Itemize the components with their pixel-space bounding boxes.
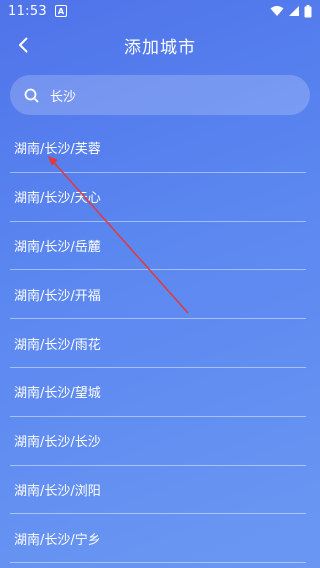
search-box[interactable] xyxy=(10,75,310,115)
header: 添加城市 xyxy=(0,30,320,60)
signal-icon xyxy=(289,6,299,16)
notification-a-icon: A xyxy=(54,5,67,17)
wifi-icon xyxy=(270,6,284,16)
search-icon xyxy=(24,87,40,103)
city-list-item[interactable]: 湖南/长沙/开福 xyxy=(10,270,306,320)
city-list-item[interactable]: 湖南/长沙/雨花 xyxy=(10,319,306,368)
city-list-item[interactable]: 湖南/长沙/天心 xyxy=(10,173,306,222)
status-time: 11:53 xyxy=(8,3,47,19)
back-icon[interactable] xyxy=(14,34,32,56)
city-list-item[interactable]: 湖南/长沙/长沙 xyxy=(10,417,306,466)
city-list-item[interactable]: 湖南/长沙/芙蓉 xyxy=(10,124,306,173)
search-input[interactable] xyxy=(50,87,280,103)
page-title: 添加城市 xyxy=(124,37,196,58)
city-list-item[interactable]: 湖南/长沙/岳麓 xyxy=(10,222,306,271)
city-list-item[interactable]: 湖南/长沙/浏阳 xyxy=(10,466,306,515)
city-list: 湖南/长沙/芙蓉 湖南/长沙/天心 湖南/长沙/岳麓 湖南/长沙/开福 湖南/长沙/雨花… xyxy=(10,124,306,564)
city-list-item[interactable]: 湖南/长沙/宁乡 xyxy=(10,514,306,564)
status-icons xyxy=(270,4,312,18)
status-bar: 11:53 A xyxy=(0,0,320,22)
city-list-item[interactable]: 湖南/长沙/望城 xyxy=(10,368,306,417)
battery-icon xyxy=(304,4,312,17)
